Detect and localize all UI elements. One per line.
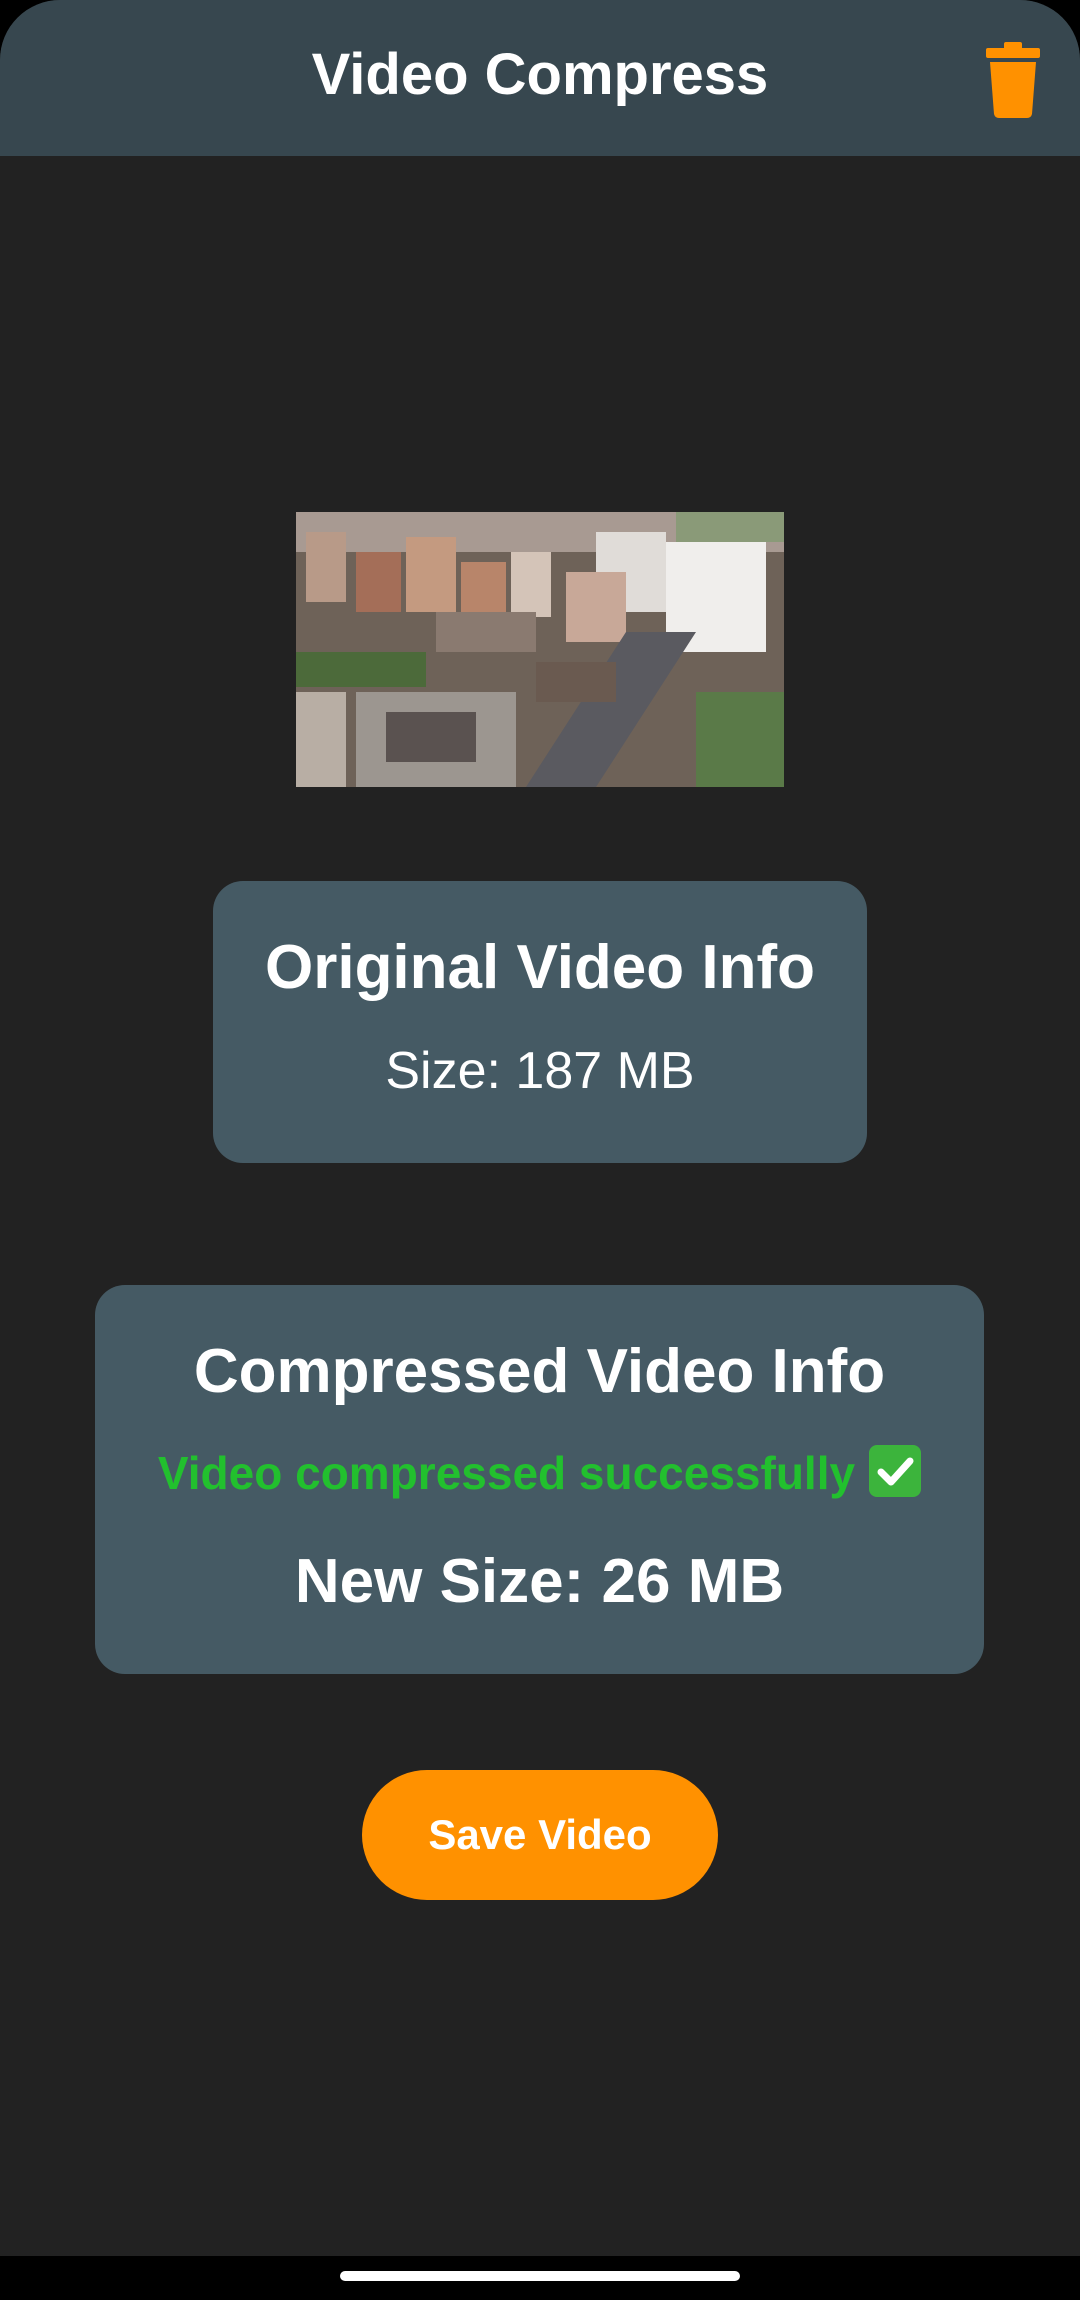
app-screen: Video Compress Original Video Info Size:…	[0, 0, 1080, 2256]
app-title: Video Compress	[311, 42, 769, 107]
home-indicator[interactable]	[340, 2271, 740, 2281]
compression-status: Video compressed successfully	[95, 1445, 984, 1501]
video-thumbnail[interactable]	[296, 512, 784, 787]
new-size-text: New Size: 26 MB	[294, 1547, 785, 1616]
compressed-video-info-card: Compressed Video Info Video compressed s…	[95, 1285, 984, 1674]
system-nav-bar	[0, 2256, 1080, 2300]
check-mark-icon	[869, 1445, 922, 1497]
app-bar: Video Compress	[0, 0, 1080, 156]
delete-button[interactable]	[980, 40, 1046, 120]
original-size-text: Size: 187 MB	[385, 1042, 695, 1100]
trash-icon	[986, 42, 1040, 118]
compressed-info-title: Compressed Video Info	[193, 1337, 886, 1406]
original-video-info-card: Original Video Info Size: 187 MB	[213, 881, 867, 1163]
save-video-button[interactable]: Save Video	[362, 1770, 718, 1900]
original-info-title: Original Video Info	[264, 933, 815, 1002]
city-aerial-image	[296, 512, 784, 787]
compression-status-text: Video compressed successfully	[157, 1447, 856, 1499]
